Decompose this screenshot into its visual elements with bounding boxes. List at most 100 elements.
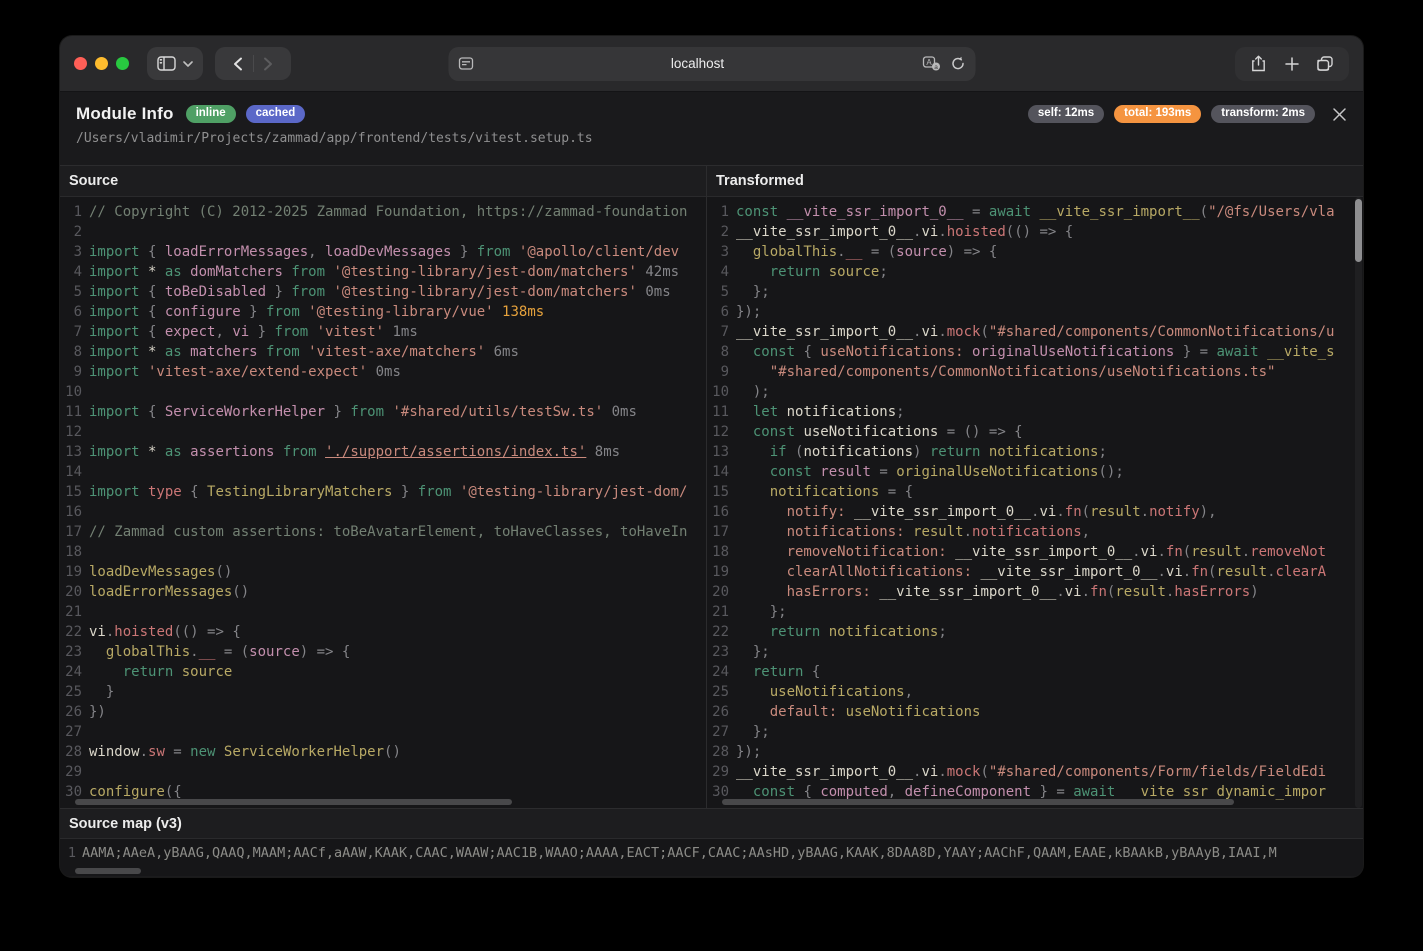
line-number: 4 bbox=[707, 262, 729, 282]
module-link[interactable]: './support/assertions/index.ts' bbox=[325, 444, 586, 460]
code-line: 17// Zammad custom assertions: toBeAvata… bbox=[60, 522, 706, 542]
transformed-panel: Transformed 1const __vite_ssr_import_0__… bbox=[706, 166, 1363, 808]
code-line: 26}) bbox=[60, 702, 706, 722]
tab-overview-button[interactable] bbox=[1315, 54, 1335, 73]
toolbar-right-buttons bbox=[1235, 47, 1349, 81]
line-number: 27 bbox=[707, 722, 729, 742]
code-line: 19loadDevMessages() bbox=[60, 562, 706, 582]
code-line: 2__vite_ssr_import_0__.vi.hoisted(() => … bbox=[707, 222, 1363, 242]
share-button[interactable] bbox=[1249, 53, 1268, 74]
line-number: 17 bbox=[707, 522, 729, 542]
sourcemap-title: Source map (v3) bbox=[60, 809, 1363, 839]
code-line: 9 "#shared/components/CommonNotification… bbox=[707, 362, 1363, 382]
code-line: 6}); bbox=[707, 302, 1363, 322]
line-number: 12 bbox=[707, 422, 729, 442]
code-line: 13 if (notifications) return notificatio… bbox=[707, 442, 1363, 462]
line-number: 6 bbox=[60, 302, 82, 322]
code-line: 7__vite_ssr_import_0__.vi.mock("#shared/… bbox=[707, 322, 1363, 342]
line-number: 2 bbox=[60, 222, 82, 242]
code-line: 8 const { useNotifications: originalUseN… bbox=[707, 342, 1363, 362]
line-number: 6 bbox=[707, 302, 729, 322]
sourcemap-horizontal-scrollbar[interactable] bbox=[75, 868, 141, 874]
transformed-horizontal-scrollbar[interactable] bbox=[722, 799, 1234, 805]
browser-window: localhost Aa bbox=[60, 36, 1363, 877]
line-number: 5 bbox=[60, 282, 82, 302]
code-line: 25 } bbox=[60, 682, 706, 702]
line-number: 27 bbox=[60, 722, 82, 742]
code-line: 10 bbox=[60, 382, 706, 402]
source-panel: Source 1// Copyright (C) 2012-2025 Zamma… bbox=[60, 166, 706, 808]
forward-button[interactable] bbox=[261, 55, 275, 73]
line-number: 24 bbox=[707, 662, 729, 682]
line-number: 1 bbox=[60, 202, 82, 222]
code-line: 7import { expect, vi } from 'vitest' 1ms bbox=[60, 322, 706, 342]
code-line: 3 globalThis.__ = (source) => { bbox=[707, 242, 1363, 262]
line-number: 13 bbox=[707, 442, 729, 462]
code-line: 23 }; bbox=[707, 642, 1363, 662]
line-number: 4 bbox=[60, 262, 82, 282]
line-number: 2 bbox=[707, 222, 729, 242]
code-line: 20loadErrorMessages() bbox=[60, 582, 706, 602]
sidebar-toggle-group[interactable] bbox=[147, 47, 203, 80]
code-line: 28}); bbox=[707, 742, 1363, 762]
close-window-button[interactable] bbox=[74, 57, 87, 70]
line-number: 14 bbox=[60, 462, 82, 482]
reader-icon[interactable] bbox=[458, 57, 473, 70]
badge-self-time: self: 12ms bbox=[1028, 105, 1104, 124]
timing-badges: self: 12mstotal: 193mstransform: 2ms bbox=[1016, 105, 1347, 124]
line-number: 24 bbox=[60, 662, 82, 682]
code-line: 15 notifications = { bbox=[707, 482, 1363, 502]
chevron-down-icon bbox=[183, 61, 193, 67]
minimize-window-button[interactable] bbox=[95, 57, 108, 70]
line-number: 11 bbox=[60, 402, 82, 422]
code-line: 24 return source bbox=[60, 662, 706, 682]
address-bar[interactable]: localhost Aa bbox=[448, 47, 975, 81]
code-line: 16 bbox=[60, 502, 706, 522]
code-line: 18 bbox=[60, 542, 706, 562]
line-number: 13 bbox=[60, 442, 82, 462]
new-tab-button[interactable] bbox=[1283, 55, 1301, 73]
line-number: 7 bbox=[707, 322, 729, 342]
code-line: 9import 'vitest-axe/extend-expect' 0ms bbox=[60, 362, 706, 382]
url-text: localhost bbox=[473, 56, 922, 71]
back-button[interactable] bbox=[231, 55, 245, 73]
code-line: 5 }; bbox=[707, 282, 1363, 302]
line-number: 21 bbox=[60, 602, 82, 622]
line-number: 15 bbox=[707, 482, 729, 502]
sourcemap-code: 1AAMA;AAeA,yBAAG,QAAQ,MAAM;AACf,aAAW,KAA… bbox=[60, 839, 1363, 876]
module-file-path: /Users/vladimir/Projects/zammad/app/fron… bbox=[76, 131, 1347, 146]
line-number: 20 bbox=[60, 582, 82, 602]
code-line: 14 const result = originalUseNotificatio… bbox=[707, 462, 1363, 482]
line-number: 28 bbox=[60, 742, 82, 762]
code-line: 13import * as assertions from './support… bbox=[60, 442, 706, 462]
source-code: 1// Copyright (C) 2012-2025 Zammad Found… bbox=[60, 197, 706, 808]
badge-inline: inline bbox=[186, 105, 236, 124]
code-line: 8import * as matchers from 'vitest-axe/m… bbox=[60, 342, 706, 362]
code-line: 19 clearAllNotifications: __vite_ssr_imp… bbox=[707, 562, 1363, 582]
line-number: 9 bbox=[707, 362, 729, 382]
line-number: 22 bbox=[707, 622, 729, 642]
code-line: 22vi.hoisted(() => { bbox=[60, 622, 706, 642]
line-number: 14 bbox=[707, 462, 729, 482]
code-line: 28window.sw = new ServiceWorkerHelper() bbox=[60, 742, 706, 762]
line-number: 16 bbox=[60, 502, 82, 522]
line-number: 23 bbox=[707, 642, 729, 662]
reload-icon[interactable] bbox=[950, 56, 965, 71]
line-number: 1 bbox=[60, 843, 76, 863]
code-line: 29 bbox=[60, 762, 706, 782]
transformed-vertical-scrollbar[interactable] bbox=[1355, 199, 1362, 262]
line-number: 1 bbox=[707, 202, 729, 222]
line-number: 8 bbox=[60, 342, 82, 362]
code-line: 20 hasErrors: __vite_ssr_import_0__.vi.f… bbox=[707, 582, 1363, 602]
code-line: 23 globalThis.__ = (source) => { bbox=[60, 642, 706, 662]
translate-icon[interactable]: Aa bbox=[922, 56, 940, 71]
code-line: 5import { toBeDisabled } from '@testing-… bbox=[60, 282, 706, 302]
zoom-window-button[interactable] bbox=[116, 57, 129, 70]
source-horizontal-scrollbar[interactable] bbox=[75, 799, 512, 805]
line-number: 29 bbox=[60, 762, 82, 782]
transformed-panel-title: Transformed bbox=[707, 166, 1363, 197]
code-line: 27 }; bbox=[707, 722, 1363, 742]
close-panel-button[interactable] bbox=[1332, 107, 1347, 122]
code-line: 29__vite_ssr_import_0__.vi.mock("#shared… bbox=[707, 762, 1363, 782]
code-line: 16 notify: __vite_ssr_import_0__.vi.fn(r… bbox=[707, 502, 1363, 522]
